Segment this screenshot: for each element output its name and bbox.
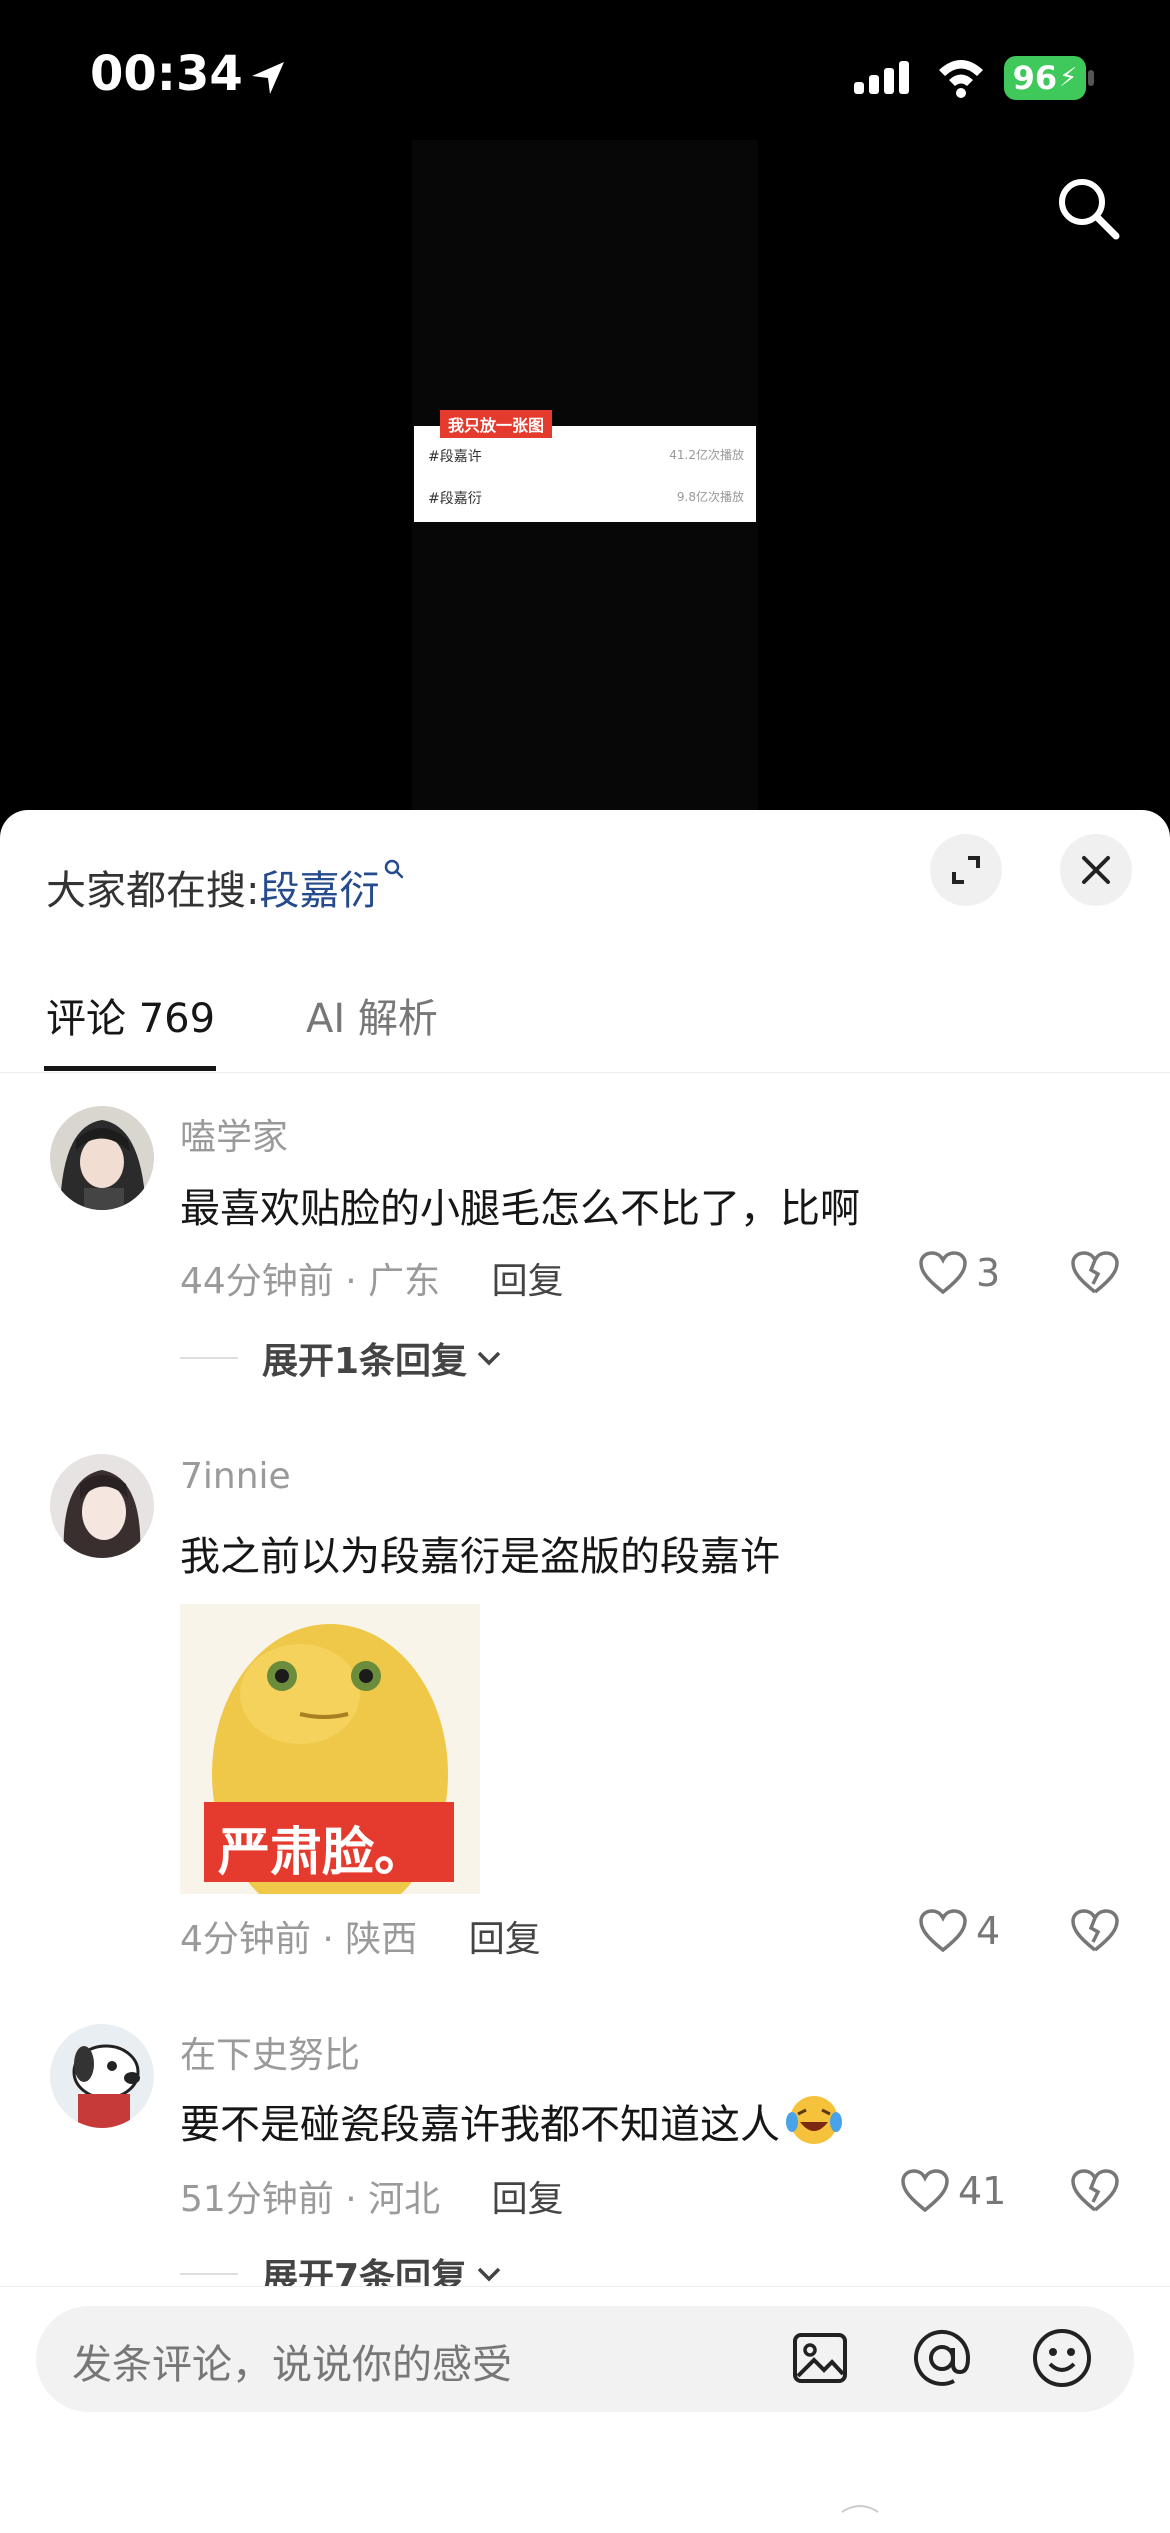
cellular-signal-icon	[854, 61, 909, 94]
like-count: 3	[976, 1251, 1001, 1295]
trending-search[interactable]: 大家都在搜:段嘉衍	[46, 858, 405, 916]
search-small-icon	[385, 859, 404, 879]
video-tag: 我只放一张图	[440, 410, 553, 438]
video-hashtag-row: #段嘉许 41.2亿次播放	[428, 446, 744, 466]
like-count: 4	[976, 1909, 1001, 1953]
comment-meta: 44分钟前 · 广东 回复	[180, 1252, 564, 1304]
avatar[interactable]	[50, 2024, 154, 2128]
mention-at-icon[interactable]	[910, 2326, 974, 2390]
home-indicator	[841, 2505, 879, 2513]
like-button[interactable]: 4	[918, 1908, 1000, 1954]
image-picker-icon[interactable]	[790, 2328, 850, 2388]
close-button[interactable]	[1060, 834, 1132, 906]
dislike-broken-heart-icon[interactable]	[1070, 2168, 1120, 2214]
battery-level: 96	[1012, 59, 1058, 97]
close-icon	[1082, 856, 1110, 884]
comment-username[interactable]: 在下史努比	[180, 2026, 360, 2078]
hashtag-name: #段嘉许	[428, 449, 482, 465]
tab-comments[interactable]: 评论 769	[46, 986, 215, 1044]
hashtag-plays: 9.8亿次播放	[676, 490, 744, 504]
expand-replies-label: 展开1条回复	[262, 1341, 468, 1382]
chevron-down-icon	[477, 2267, 501, 2282]
avatar-image	[50, 2024, 154, 2128]
trending-search-keyword[interactable]: 段嘉衍	[259, 868, 379, 914]
wifi-icon	[939, 60, 983, 98]
like-count: 41	[958, 2169, 1007, 2213]
sticker-caption: 严肃脸。	[218, 1823, 427, 1883]
hashtag-name: #段嘉衍	[428, 491, 482, 507]
avatar[interactable]	[50, 1106, 154, 1210]
comment-meta: 51分钟前 · 河北 回复	[180, 2170, 564, 2222]
tabs-divider	[0, 1072, 1170, 1073]
battery-indicator: 96 ⚡	[1004, 56, 1086, 100]
search-icon[interactable]	[1052, 172, 1122, 242]
trending-search-prefix: 大家都在搜:	[46, 868, 260, 914]
avatar-image	[50, 1454, 154, 1558]
battery-tip	[1088, 70, 1094, 86]
chevron-down-icon	[477, 1351, 501, 1366]
comment-username[interactable]: 嗑学家	[180, 1108, 288, 1160]
reply-button[interactable]: 回复	[492, 2179, 564, 2220]
expand-icon	[952, 856, 980, 884]
status-time: 00:34	[90, 46, 243, 102]
hashtag-plays: 41.2亿次播放	[669, 448, 744, 462]
expand-divider	[180, 1357, 238, 1359]
comment-text: 最喜欢贴脸的小腿毛怎么不比了，比啊	[180, 1186, 860, 1232]
comment-sticker-image[interactable]: 严肃脸。	[180, 1604, 480, 1894]
expand-replies-button[interactable]: 展开1条回复	[180, 1332, 503, 1384]
comment-username[interactable]: 7innie	[180, 1456, 291, 1497]
emoji-icon[interactable]	[1030, 2326, 1094, 2390]
tab-ai-analysis[interactable]: AI 解析	[306, 986, 438, 1044]
comment-time-location: 44分钟前 · 广东	[180, 1261, 441, 1302]
comment-text: 要不是碰瓷段嘉许我都不知道这人	[180, 2102, 780, 2148]
comment-text: 我之前以为段嘉衍是盗版的段嘉许	[180, 1534, 780, 1580]
reply-button[interactable]: 回复	[492, 1261, 564, 1302]
heart-icon	[919, 1251, 967, 1295]
comment-meta: 4分钟前 · 陕西 回复	[180, 1910, 541, 1962]
active-tab-indicator	[44, 1066, 216, 1071]
location-arrow-icon	[252, 62, 284, 94]
heart-icon	[901, 2169, 949, 2213]
dislike-broken-heart-icon[interactable]	[1070, 1250, 1120, 1296]
comment-text-row: 要不是碰瓷段嘉许我都不知道这人	[180, 2092, 844, 2150]
comment-time-location: 51分钟前 · 河北	[180, 2179, 441, 2220]
comment-input-placeholder: 发条评论，说说你的感受	[72, 2342, 512, 2388]
dislike-broken-heart-icon[interactable]	[1070, 1908, 1120, 1954]
heart-icon	[919, 1909, 967, 1953]
reply-button[interactable]: 回复	[469, 1919, 541, 1960]
laugh-cry-emoji-icon	[786, 2096, 842, 2144]
expand-divider	[180, 2273, 238, 2275]
comment-time-location: 4分钟前 · 陕西	[180, 1919, 418, 1960]
like-button[interactable]: 41	[900, 2168, 1006, 2214]
avatar-image	[50, 1106, 154, 1210]
like-button[interactable]: 3	[918, 1250, 1000, 1296]
video-hashtag-row: #段嘉衍 9.8亿次播放	[428, 488, 744, 508]
charging-bolt-icon: ⚡	[1059, 63, 1078, 93]
expand-button[interactable]	[930, 834, 1002, 906]
avatar[interactable]	[50, 1454, 154, 1558]
